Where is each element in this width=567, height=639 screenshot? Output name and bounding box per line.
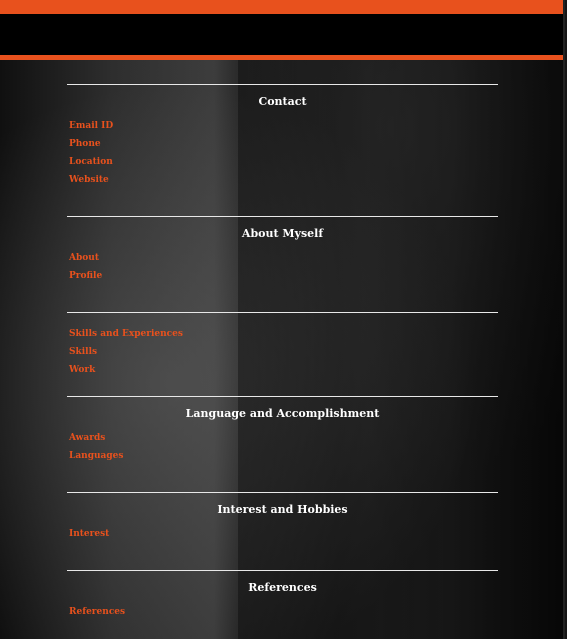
section-title: Interest and Hobbies: [217, 503, 348, 516]
section-items: Interest: [67, 525, 498, 543]
section-title: About Myself: [241, 227, 324, 240]
field-label-phone: Phone: [69, 139, 101, 149]
section-title: References: [248, 581, 317, 594]
field-label-interest: Interest: [69, 529, 110, 539]
section-items: Skills and Experiences Skills Work: [67, 325, 498, 379]
section-about-myself: About Myself About Profile: [67, 216, 498, 312]
section-language-and-accomplishment: Language and Accomplishment Awards Langu…: [67, 396, 498, 492]
section-title: [67, 313, 498, 321]
section-items: References: [67, 603, 498, 621]
section-items: About Profile: [67, 249, 498, 285]
section-items: Email ID Phone Location Website: [67, 117, 498, 189]
section-skills: Skills and Experiences Skills Work: [67, 312, 498, 396]
section-title: Language and Accomplishment: [185, 407, 380, 420]
resume-content: Contact Email ID Phone Location Website …: [67, 84, 498, 631]
field-label-skills-and-experiences: Skills and Experiences: [69, 329, 183, 339]
field-label-email-id: Email ID: [69, 121, 114, 131]
field-label-references: References: [69, 607, 126, 617]
field-label-skills: Skills: [69, 347, 98, 357]
field-label-profile: Profile: [69, 271, 103, 281]
section-interest-and-hobbies: Interest and Hobbies Interest: [67, 492, 498, 570]
section-items: Awards Languages: [67, 429, 498, 465]
section-title: Contact: [258, 95, 307, 108]
section-contact: Contact Email ID Phone Location Website: [67, 84, 498, 216]
section-references: References References: [67, 570, 498, 631]
header-band: [0, 14, 563, 55]
resume-page: Contact Email ID Phone Location Website …: [0, 0, 565, 639]
field-label-languages: Languages: [69, 451, 124, 461]
top-accent-bar: [0, 0, 563, 14]
field-label-location: Location: [69, 157, 113, 167]
header-accent-line: [0, 55, 563, 60]
field-label-work: Work: [69, 365, 96, 375]
field-label-website: Website: [69, 175, 109, 185]
field-label-awards: Awards: [69, 433, 106, 443]
field-label-about: About: [69, 253, 99, 263]
